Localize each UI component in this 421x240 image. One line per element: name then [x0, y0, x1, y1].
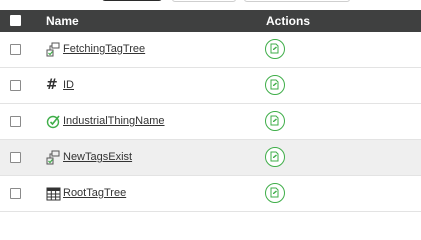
select-all-checkbox[interactable]: [10, 15, 21, 26]
tab-third[interactable]: [244, 0, 350, 2]
edit-document-icon: [270, 115, 279, 126]
edit-action-button[interactable]: [265, 111, 285, 131]
edit-document-icon: [270, 151, 279, 162]
edit-document-icon: [270, 43, 279, 54]
edit-document-icon: [270, 79, 279, 90]
row-checkbox[interactable]: [10, 152, 21, 163]
property-name-link[interactable]: FetchingTagTree: [63, 43, 145, 55]
infotable-tree-icon: [46, 42, 61, 57]
column-header-name[interactable]: Name: [46, 14, 79, 28]
table-grid-icon: [46, 186, 61, 201]
edit-document-icon: [270, 187, 279, 198]
table-row[interactable]: RootTagTree: [0, 176, 421, 212]
edit-action-button[interactable]: [265, 39, 285, 59]
infotable-tree-icon: [46, 150, 61, 165]
table-row[interactable]: NewTagsExist: [0, 140, 421, 176]
top-tab-strip: [0, 0, 421, 4]
row-checkbox[interactable]: [10, 116, 21, 127]
thingname-icon: [46, 114, 61, 129]
property-name-link[interactable]: IndustrialThingName: [63, 115, 165, 127]
tab-active[interactable]: [102, 0, 162, 1]
row-checkbox[interactable]: [10, 44, 21, 55]
property-name-link[interactable]: ID: [63, 79, 74, 91]
hash-icon: #: [46, 77, 58, 93]
grid-header: Name Actions: [0, 10, 421, 32]
row-checkbox[interactable]: [10, 188, 21, 199]
properties-grid: Name Actions FetchingTagTree # ID Indust…: [0, 10, 421, 212]
property-name-link[interactable]: NewTagsExist: [63, 151, 132, 163]
table-row[interactable]: # ID: [0, 68, 421, 104]
edit-action-button[interactable]: [265, 183, 285, 203]
table-row[interactable]: IndustrialThingName: [0, 104, 421, 140]
property-name-link[interactable]: RootTagTree: [63, 187, 126, 199]
table-row[interactable]: FetchingTagTree: [0, 32, 421, 68]
column-header-actions: Actions: [266, 14, 311, 28]
edit-action-button[interactable]: [265, 147, 285, 167]
row-checkbox[interactable]: [10, 80, 21, 91]
edit-action-button[interactable]: [265, 75, 285, 95]
tab-second[interactable]: [172, 0, 236, 2]
